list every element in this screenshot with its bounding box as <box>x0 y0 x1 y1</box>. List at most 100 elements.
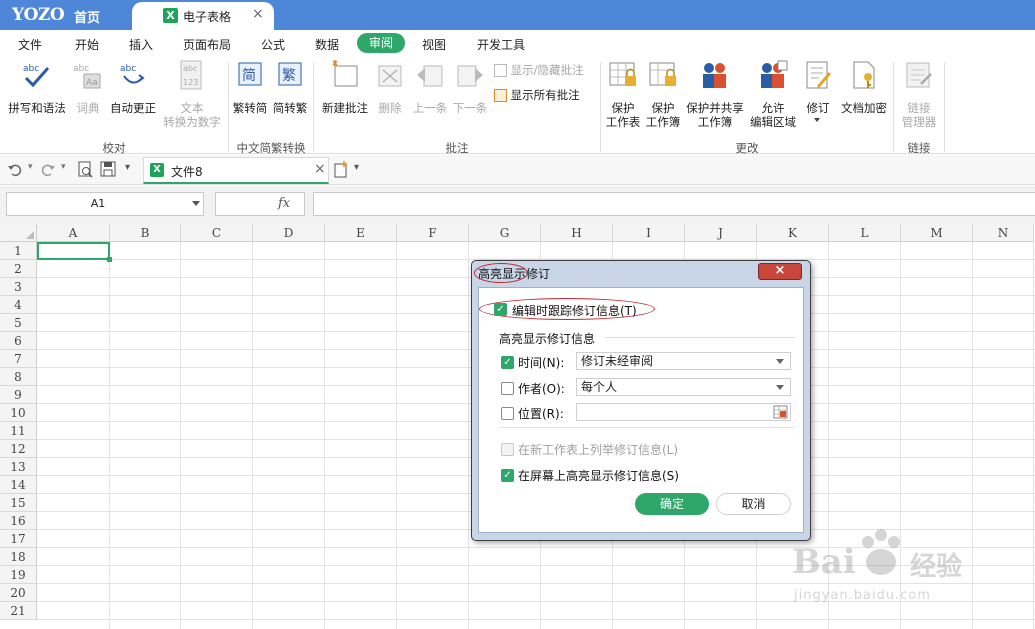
grid-line <box>252 242 253 629</box>
column-header[interactable]: L <box>829 224 901 242</box>
track-changes-label: 修订 <box>806 101 830 115</box>
who-checkbox[interactable] <box>501 382 514 395</box>
column-header[interactable]: N <box>973 224 1034 242</box>
column-header[interactable]: C <box>181 224 253 242</box>
show-hide-comment-button[interactable]: 显示/隐藏批注 <box>494 63 594 77</box>
close-icon[interactable]: × <box>252 6 264 22</box>
column-header[interactable]: H <box>541 224 613 242</box>
row-header[interactable]: 4 <box>0 296 37 314</box>
row-header[interactable]: 15 <box>0 494 37 512</box>
new-document-icon[interactable] <box>333 161 349 178</box>
menu-view[interactable]: 视图 <box>422 36 446 53</box>
menu-developer[interactable]: 开发工具 <box>477 36 525 53</box>
row-header[interactable]: 7 <box>0 350 37 368</box>
range-select-icon[interactable] <box>773 405 788 419</box>
watermark-brand-cn: 经验 <box>910 552 963 582</box>
row-header[interactable]: 11 <box>0 422 37 440</box>
undo-icon[interactable] <box>7 162 23 178</box>
highlight-on-screen-checkbox[interactable]: ✓ <box>501 469 514 482</box>
row-header[interactable]: 13 <box>0 458 37 476</box>
chevron-down-icon[interactable]: ▾ <box>354 162 359 173</box>
protect-share-label-1: 保护并共享 <box>686 101 744 115</box>
where-input[interactable] <box>576 403 791 421</box>
customize-icon[interactable]: ▾ <box>125 162 130 173</box>
column-header[interactable]: I <box>613 224 685 242</box>
row-header[interactable]: 1 <box>0 242 37 260</box>
encrypt-label: 文档加密 <box>841 101 887 115</box>
fx-icon[interactable]: fx <box>278 196 290 211</box>
when-dropdown-value: 修订未经审阅 <box>581 354 654 368</box>
menu-file[interactable]: 文件 <box>18 36 42 53</box>
row-header[interactable]: 8 <box>0 368 37 386</box>
column-header[interactable]: D <box>253 224 325 242</box>
row-header[interactable]: 17 <box>0 530 37 548</box>
section-title: 高亮显示修订信息 <box>499 332 596 346</box>
row-header[interactable]: 5 <box>0 314 37 332</box>
when-dropdown[interactable]: 修订未经审阅 <box>576 352 791 370</box>
column-header[interactable]: B <box>110 224 181 242</box>
where-checkbox[interactable] <box>501 407 514 420</box>
save-icon[interactable] <box>100 161 116 178</box>
cancel-button[interactable]: 取消 <box>716 493 791 515</box>
menu-data[interactable]: 数据 <box>315 36 339 53</box>
tab-home[interactable]: 首页 <box>74 7 100 26</box>
close-icon[interactable]: × <box>758 263 802 280</box>
row-header[interactable]: 12 <box>0 440 37 458</box>
menu-insert[interactable]: 插入 <box>129 36 153 53</box>
column-header[interactable]: M <box>901 224 973 242</box>
menu-home[interactable]: 开始 <box>75 36 99 53</box>
selected-cell[interactable] <box>37 242 110 260</box>
column-header[interactable]: K <box>757 224 829 242</box>
chevron-down-icon[interactable]: ▾ <box>28 162 33 172</box>
column-header[interactable]: J <box>685 224 757 242</box>
share-users-icon <box>703 63 726 88</box>
who-dropdown[interactable]: 每个人 <box>576 378 791 396</box>
close-icon[interactable]: × <box>314 161 326 177</box>
tab-spreadsheet[interactable]: X 电子表格 × <box>132 2 274 30</box>
insert-function-box[interactable]: fx <box>215 192 305 216</box>
select-all-corner[interactable] <box>0 224 37 242</box>
row-header[interactable]: 10 <box>0 404 37 422</box>
row-header[interactable]: 9 <box>0 386 37 404</box>
row-header[interactable]: 3 <box>0 278 37 296</box>
show-all-comments-button[interactable]: 显示所有批注 <box>494 88 594 102</box>
watermark-url: jingyan.baidu.com <box>794 588 931 603</box>
redo-icon[interactable] <box>40 162 56 178</box>
show-hide-comment-label: 显示/隐藏批注 <box>510 63 584 77</box>
allow-edit-label-2: 编辑区域 <box>750 115 796 129</box>
row-header[interactable]: 20 <box>0 584 37 602</box>
track-changes-checkbox[interactable]: ✓ <box>494 303 507 316</box>
name-box[interactable]: A1 <box>6 192 204 216</box>
list-changes-checkbox[interactable] <box>501 443 514 456</box>
row-header[interactable]: 6 <box>0 332 37 350</box>
chevron-down-icon[interactable] <box>192 201 200 206</box>
title-bar: YOZO 首页 X 电子表格 × <box>0 0 1035 30</box>
column-header[interactable]: A <box>37 224 110 242</box>
track-changes-icon <box>806 61 831 89</box>
chevron-down-icon[interactable] <box>814 118 820 122</box>
row-header[interactable]: 16 <box>0 512 37 530</box>
ok-button[interactable]: 确定 <box>635 493 709 515</box>
row-header[interactable]: 18 <box>0 548 37 566</box>
grid-line <box>396 242 397 629</box>
menu-review[interactable]: 审阅 <box>357 33 405 53</box>
row-header[interactable]: 14 <box>0 476 37 494</box>
row-header[interactable]: 19 <box>0 566 37 584</box>
when-checkbox[interactable]: ✓ <box>501 356 514 369</box>
next-comment-label: 下一条 <box>452 101 488 115</box>
menu-formulas[interactable]: 公式 <box>261 36 285 53</box>
tab-file8[interactable]: X 文件8 × <box>143 157 329 184</box>
chevron-down-icon[interactable]: ▾ <box>61 162 66 172</box>
fill-handle[interactable] <box>107 257 112 262</box>
column-header[interactable]: E <box>325 224 397 242</box>
menu-page-layout[interactable]: 页面布局 <box>183 36 231 53</box>
paw-icon <box>862 529 900 575</box>
protect-share-label-2: 工作簿 <box>697 115 733 129</box>
column-header[interactable]: G <box>469 224 541 242</box>
formula-input[interactable] <box>313 192 1035 216</box>
print-preview-icon[interactable] <box>77 161 93 178</box>
tab-file8-label: 文件8 <box>171 165 203 179</box>
row-header[interactable]: 21 <box>0 602 37 620</box>
row-header[interactable]: 2 <box>0 260 37 278</box>
column-header[interactable]: F <box>397 224 469 242</box>
